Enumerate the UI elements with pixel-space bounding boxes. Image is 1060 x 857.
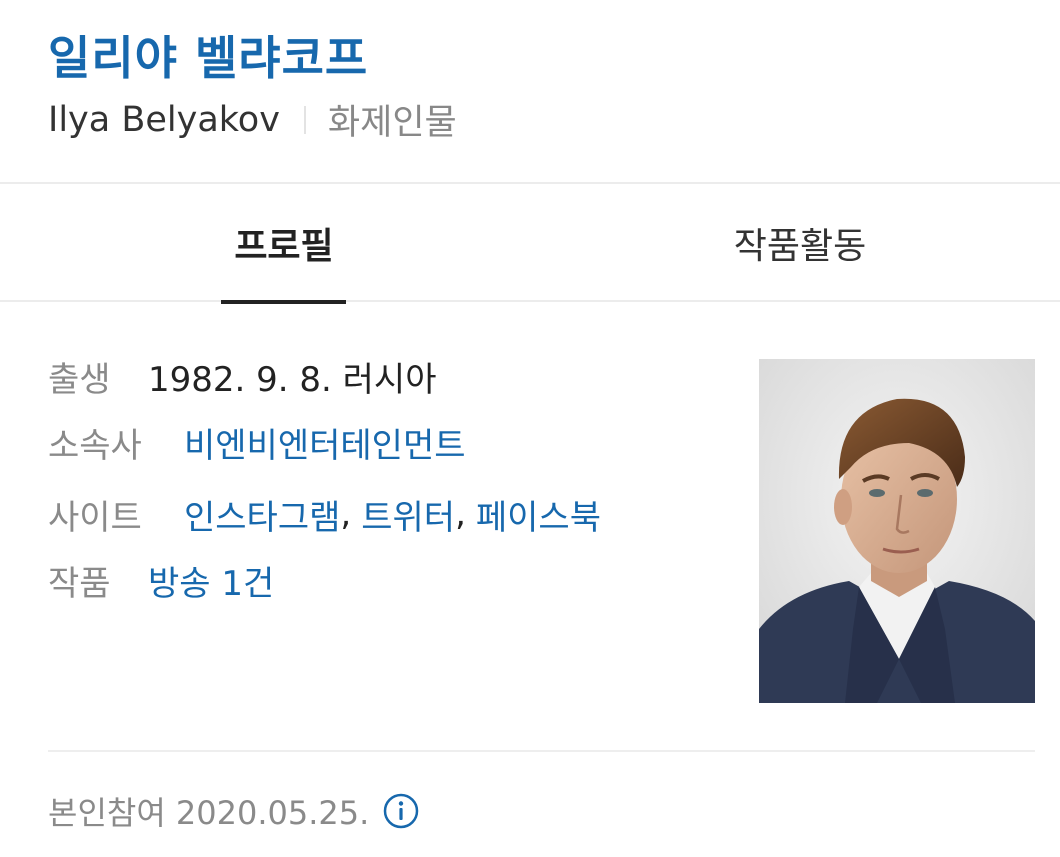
info-row-works: 작품 방송 1건 xyxy=(48,554,274,606)
tab-bar: 프로필 작품활동 xyxy=(0,182,1060,304)
portrait-illustration xyxy=(759,359,1035,703)
site-label: 사이트 xyxy=(48,497,142,538)
person-category: 화제인물 xyxy=(327,103,457,143)
works-link[interactable]: 방송 1건 xyxy=(148,556,274,605)
person-name-korean[interactable]: 일리야 벨랴코프 xyxy=(48,22,368,88)
site-separator: , xyxy=(340,494,352,534)
info-circle-icon[interactable] xyxy=(383,793,419,829)
site-link-facebook[interactable]: 페이스북 xyxy=(476,490,601,539)
agency-label: 소속사 xyxy=(48,425,142,466)
info-row-birth: 출생 1982. 9. 8. 러시아 xyxy=(48,350,436,402)
profile-page: 일리야 벨랴코프 Ilya Belyakov 화제인물 프로필 작품활동 출생 … xyxy=(0,0,1060,857)
agency-link[interactable]: 비엔비엔터테인먼트 xyxy=(184,418,466,467)
footer: 본인참여 2020.05.25. xyxy=(48,786,419,836)
site-link-instagram[interactable]: 인스타그램 xyxy=(184,490,340,539)
birth-value: 1982. 9. 8. 러시아 xyxy=(148,359,437,400)
info-row-agency: 소속사 비엔비엔터테인먼트 xyxy=(48,416,466,468)
tab-profile[interactable]: 프로필 xyxy=(196,184,372,302)
person-name-english: Ilya Belyakov xyxy=(48,99,280,140)
tab-works[interactable]: 작품활동 xyxy=(670,184,930,302)
birth-label: 출생 xyxy=(48,359,111,400)
profile-header: 일리야 벨랴코프 Ilya Belyakov 화제인물 xyxy=(0,0,1060,182)
header-subline: Ilya Belyakov 화제인물 xyxy=(48,94,457,145)
self-participation-date: 본인참여 2020.05.25. xyxy=(48,794,370,832)
header-separator xyxy=(303,105,306,134)
active-tab-indicator xyxy=(221,300,346,304)
section-divider xyxy=(48,750,1035,752)
site-separator: , xyxy=(455,494,466,534)
site-link-twitter[interactable]: 트위터 xyxy=(361,490,455,539)
works-label: 작품 xyxy=(48,563,111,604)
info-row-site: 사이트 인스타그램 , 트위터 , 페이스북 xyxy=(48,488,601,540)
profile-photo[interactable] xyxy=(759,359,1035,703)
